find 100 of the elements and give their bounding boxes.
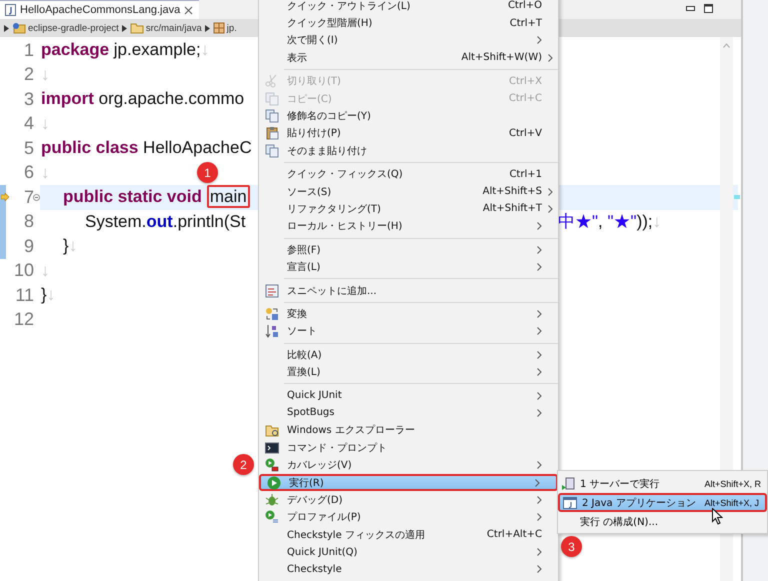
menu-item[interactable]: Windows エクスプローラー (259, 422, 558, 439)
menu-item[interactable]: プロファイル(P) (259, 508, 558, 526)
code-line: }↓ (41, 285, 56, 304)
line-number: 10 (14, 260, 34, 282)
shortcut-text: Ctrl+V (508, 128, 542, 139)
menu-item[interactable]: クイック型階層(H) Ctrl+T (259, 14, 558, 32)
shortcut-text: Alt+Shift+X, R (704, 478, 761, 488)
shortcut-text: Alt+Shift+S (482, 186, 542, 198)
menu-item[interactable]: デバッグ(D) (259, 491, 558, 509)
menu-item[interactable]: 参照(F) (259, 241, 558, 258)
code-line: public static void main (41, 187, 250, 206)
shortcut-text: Alt+Shift+T (482, 203, 542, 214)
expand-arrow-icon[interactable] (122, 24, 127, 32)
menu-item[interactable]: 実行 の構成(N)... (558, 512, 767, 531)
menu-item[interactable]: ソース(S) Alt+Shift+S (259, 182, 558, 200)
menu-item[interactable]: カバレッジ(V) (259, 456, 558, 474)
menu-item[interactable]: Checkstyle (259, 560, 558, 578)
menu-item[interactable]: 実行(R) (259, 474, 558, 492)
code-line: ↓ (41, 162, 50, 182)
copy-icon (264, 109, 278, 124)
line-number: 3 (24, 88, 34, 110)
menu-item[interactable]: 次で開く(I) (259, 32, 558, 50)
line-number: 6 (24, 162, 34, 184)
scissors-icon (264, 74, 278, 88)
menu-item[interactable]: Quick JUnit(Q) (259, 543, 558, 561)
breadcrumb-item[interactable]: src/main/java (130, 22, 202, 34)
folder-icon (264, 423, 278, 438)
line-number: 1 (24, 40, 34, 61)
menu-item[interactable]: 変換 (259, 305, 558, 323)
code-line: ↓ (41, 260, 50, 280)
shortcut-text: Ctrl+X (508, 76, 542, 87)
collapse-icon[interactable] (33, 194, 40, 201)
shortcut-text: Ctrl+C (508, 93, 542, 104)
code-line: public class HelloApacheC (41, 138, 252, 158)
expand-arrow-icon[interactable] (204, 24, 210, 32)
shortcut-text: Ctrl+1 (509, 168, 542, 180)
project-icon (12, 22, 26, 34)
shortcut-text: Ctrl+O (508, 0, 542, 12)
shortcut-text: Alt+Shift+X, J (704, 498, 759, 508)
breadcrumb-item[interactable]: jp. (212, 22, 237, 34)
line-number: 8 (24, 211, 34, 232)
shortcut-text: Alt+Shift+W(W) (461, 52, 542, 64)
line-number: 7 (24, 186, 34, 208)
shortcut-text: Ctrl+Alt+C (486, 529, 542, 540)
java-file-icon (5, 4, 16, 16)
mouse-pointer-icon (712, 508, 723, 525)
menu-item[interactable]: 宣言(L) (259, 258, 558, 276)
menu-item[interactable]: 1 サーバーで実行 Alt+Shift+X, R (558, 474, 767, 493)
maximize-icon[interactable] (704, 4, 713, 13)
menu-item[interactable]: リファクタリング(T) Alt+Shift+T (259, 200, 558, 218)
shortcut-text: Ctrl+T (510, 18, 542, 29)
menu-item[interactable]: 表示 Alt+Shift+W(W) (259, 49, 558, 67)
menu-item[interactable]: コマンド・プロンプト (259, 438, 558, 456)
code-line-fragment: 中★", "★"));↓ (558, 212, 662, 232)
line-number: 2 (24, 64, 34, 86)
line-number: 4 (24, 113, 34, 134)
menu-item[interactable]: そのまま貼り付け (259, 142, 558, 160)
line-number: 5 (24, 138, 34, 159)
menu-item[interactable]: ローカル・ヒストリー(H) (259, 218, 558, 236)
profile-icon (264, 510, 278, 524)
line-number: 9 (24, 236, 34, 257)
clipboard-icon (264, 126, 278, 140)
menu-item[interactable]: ソート (259, 322, 558, 340)
code-line: System.out.println(St (84, 212, 246, 231)
package-icon (212, 22, 225, 34)
menu-item[interactable]: クイック・フィックス(Q) Ctrl+1 (259, 166, 558, 183)
line-number: 11 (15, 284, 34, 306)
bug-icon (264, 492, 278, 507)
convert-icon (264, 306, 278, 321)
menu-item[interactable]: クイック・アウトライン(L) Ctrl+O (259, 0, 558, 14)
close-icon[interactable] (184, 6, 194, 14)
menu-item[interactable]: 貼り付け(P) Ctrl+V (259, 124, 558, 142)
window-icon (563, 496, 577, 508)
line-number: 12 (14, 309, 34, 330)
code-line: package jp.example;↓ (41, 40, 210, 60)
coverage-icon (264, 458, 278, 472)
menu-item[interactable]: Quick JUnit (259, 386, 558, 404)
menu-item[interactable]: 比較(A) (259, 346, 558, 364)
editor-tab[interactable]: HelloApacheCommonsLang.java (0, 0, 200, 19)
minimize-icon[interactable] (686, 6, 695, 11)
run-icon (266, 476, 280, 490)
menu-item[interactable]: SpotBugs (259, 404, 558, 422)
menu-item[interactable]: 修飾名のコピー(Y) (259, 107, 558, 125)
expand-arrow-icon[interactable] (4, 24, 9, 32)
menu-item[interactable]: Checkstyle フィックスの適用 Ctrl+Alt+C (259, 526, 558, 544)
code-line: }↓ (62, 236, 78, 256)
sort-icon (264, 324, 278, 338)
console-icon (264, 440, 278, 455)
breadcrumb-item[interactable]: eclipse-gradle-project (12, 22, 119, 34)
copy-icon (264, 92, 278, 106)
menu-item[interactable]: 置換(L) (259, 363, 558, 381)
menu-item[interactable]: 2 Java アプリケーション Alt+Shift+X, J (558, 493, 767, 512)
folder-icon (130, 22, 144, 34)
server-run-icon (561, 476, 575, 490)
snippet-icon (264, 284, 278, 298)
code-line: ↓ (41, 64, 50, 84)
arrow-marker-icon (1, 193, 9, 201)
menu-item[interactable]: スニペットに追加... (259, 282, 558, 300)
copy-icon (264, 144, 278, 158)
code-line: ↓ (41, 114, 50, 133)
